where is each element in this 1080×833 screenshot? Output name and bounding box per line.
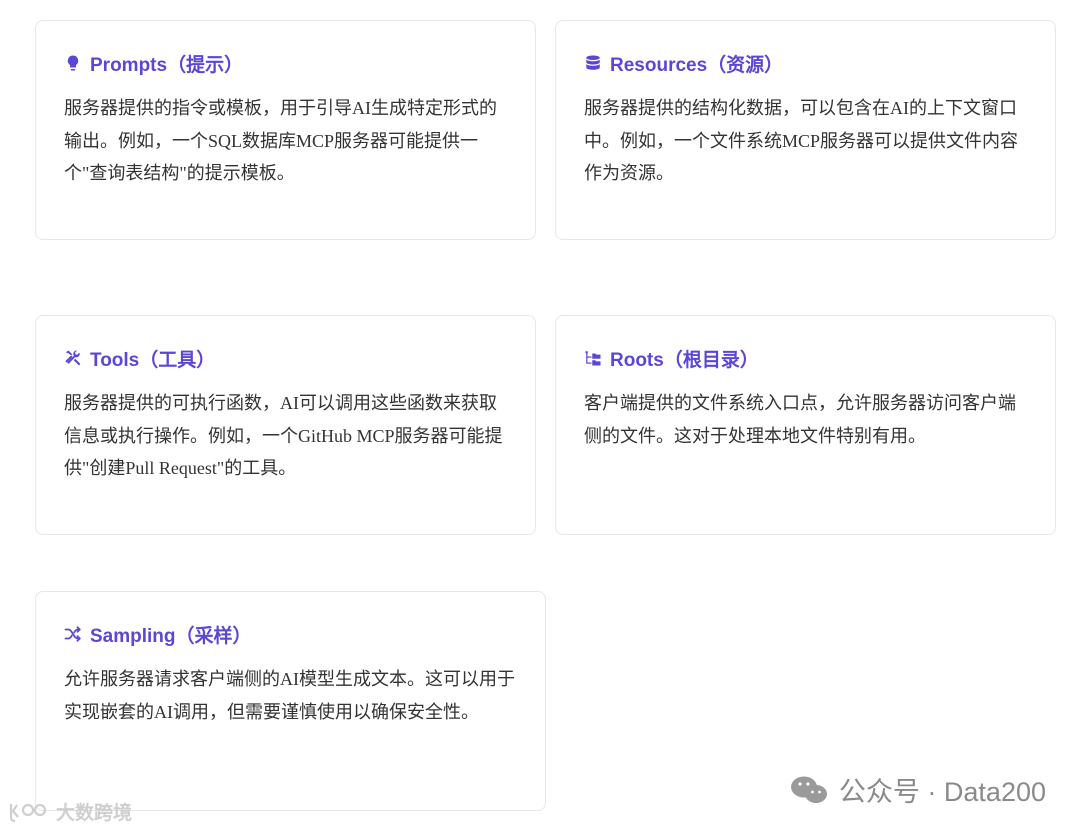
card-title-text: Sampling（采样） — [90, 625, 252, 647]
card-description: 客户端提供的文件系统入口点，允许服务器访问客户端侧的文件。这对于处理本地文件特别… — [584, 393, 1016, 446]
brand-badge: 大数跨境 — [8, 798, 132, 825]
card-title-text: Tools（工具） — [90, 349, 216, 371]
card-title: Resources（资源） — [584, 51, 1027, 76]
lightbulb-icon — [64, 54, 82, 72]
brand-logo-icon — [8, 800, 52, 824]
shuffle-icon — [64, 625, 82, 643]
card-title: Sampling（采样） — [64, 622, 517, 647]
card-sampling: Sampling（采样） 允许服务器请求客户端侧的AI模型生成文本。这可以用于实… — [35, 591, 546, 811]
card-resources: Resources（资源） 服务器提供的结构化数据，可以包含在AI的上下文窗口中… — [555, 20, 1056, 240]
card-title: Tools（工具） — [64, 346, 507, 371]
watermark: 公众号 · Data200 — [789, 770, 1046, 809]
folder-tree-icon — [584, 349, 602, 367]
card-title-text: Roots（根目录） — [610, 349, 759, 371]
card-description: 服务器提供的结构化数据，可以包含在AI的上下文窗口中。例如，一个文件系统MCP服… — [584, 98, 1019, 183]
watermark-text: 公众号 · Data200 — [838, 777, 1046, 807]
card-description: 允许服务器请求客户端侧的AI模型生成文本。这可以用于实现嵌套的AI调用，但需要谨… — [64, 669, 515, 722]
wechat-icon — [789, 774, 829, 806]
card-description: 服务器提供的可执行函数，AI可以调用这些函数来获取信息或执行操作。例如，一个Gi… — [64, 393, 503, 478]
card-description: 服务器提供的指令或模板，用于引导AI生成特定形式的输出。例如，一个SQL数据库M… — [64, 98, 497, 183]
card-title-text: Prompts（提示） — [90, 54, 244, 76]
card-prompts: Prompts（提示） 服务器提供的指令或模板，用于引导AI生成特定形式的输出。… — [35, 20, 536, 240]
tools-icon — [64, 349, 82, 367]
brand-badge-text: 大数跨境 — [56, 802, 133, 824]
card-title: Roots（根目录） — [584, 346, 1027, 371]
card-tools: Tools（工具） 服务器提供的可执行函数，AI可以调用这些函数来获取信息或执行… — [35, 315, 536, 535]
database-icon — [584, 54, 602, 72]
card-title-text: Resources（资源） — [610, 54, 784, 76]
card-title: Prompts（提示） — [64, 51, 507, 76]
card-roots: Roots（根目录） 客户端提供的文件系统入口点，允许服务器访问客户端侧的文件。… — [555, 315, 1056, 535]
